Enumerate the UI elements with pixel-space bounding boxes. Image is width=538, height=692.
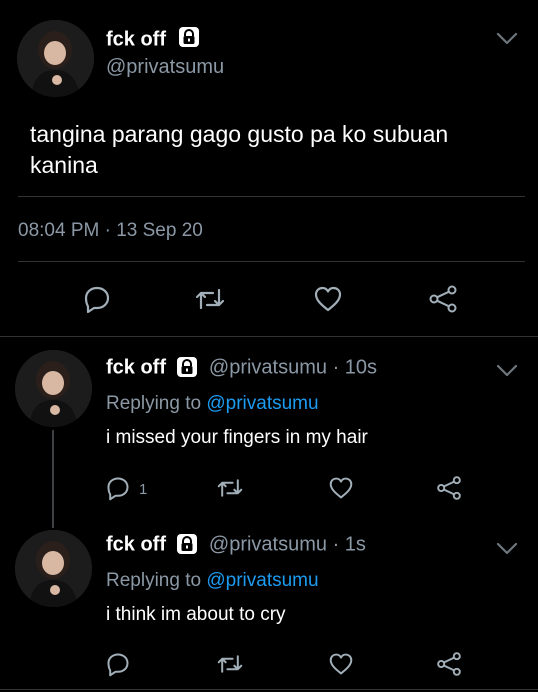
replying-to-prefix: Replying to xyxy=(106,393,202,414)
chevron-down-icon[interactable] xyxy=(494,28,520,50)
like-button[interactable] xyxy=(326,651,356,677)
user-handle-time[interactable]: @privatsumu · 1s xyxy=(209,534,366,556)
reply-icon xyxy=(107,653,129,677)
share-button[interactable] xyxy=(434,651,464,677)
like-icon xyxy=(329,653,353,675)
share-icon xyxy=(437,652,461,676)
replying-to-prefix: Replying to xyxy=(106,570,202,591)
divider xyxy=(18,196,525,197)
share-icon xyxy=(429,285,457,313)
reply-button[interactable] xyxy=(103,475,133,501)
divider xyxy=(18,261,525,262)
chevron-down-icon[interactable] xyxy=(494,360,520,382)
divider xyxy=(0,689,538,690)
mention-link[interactable]: @privatsumu xyxy=(206,570,318,591)
reply-button[interactable] xyxy=(103,651,133,677)
lock-icon xyxy=(178,26,200,54)
reply-text: i think im about to cry xyxy=(106,604,286,625)
retweet-icon xyxy=(195,288,225,310)
reply-text: i missed your fingers in my hair xyxy=(106,427,368,448)
retweet-icon xyxy=(217,655,243,673)
retweet-button[interactable] xyxy=(214,475,246,501)
reply-icon xyxy=(84,286,110,314)
replying-to: Replying to @privatsumu xyxy=(106,393,319,415)
reply-button[interactable] xyxy=(80,282,114,316)
mention-link[interactable]: @privatsumu xyxy=(206,393,318,414)
share-button[interactable] xyxy=(426,282,460,316)
lock-icon xyxy=(176,356,198,383)
divider xyxy=(0,336,538,337)
avatar-image xyxy=(17,20,94,97)
reply-icon xyxy=(107,477,129,501)
like-button[interactable] xyxy=(326,475,356,501)
avatar[interactable] xyxy=(17,20,94,97)
avatar[interactable] xyxy=(15,350,92,427)
avatar-image xyxy=(15,530,92,607)
share-icon xyxy=(437,476,461,500)
user-handle[interactable]: @privatsumu xyxy=(106,56,224,79)
replying-to: Replying to @privatsumu xyxy=(106,570,319,592)
lock-icon xyxy=(176,533,198,560)
chevron-down-icon[interactable] xyxy=(494,538,520,560)
reply-count: 1 xyxy=(139,481,148,498)
display-name[interactable]: fck off xyxy=(106,357,166,379)
user-handle-time[interactable]: @privatsumu · 10s xyxy=(209,357,377,379)
like-button[interactable] xyxy=(311,282,345,316)
retweet-button[interactable] xyxy=(192,282,228,316)
like-icon xyxy=(314,286,342,312)
avatar[interactable] xyxy=(15,530,92,607)
avatar-image xyxy=(15,350,92,427)
share-button[interactable] xyxy=(434,475,464,501)
retweet-button[interactable] xyxy=(214,651,246,677)
display-name[interactable]: fck off xyxy=(106,28,166,50)
thread-line xyxy=(52,430,54,528)
tweet-timestamp[interactable]: 08:04 PM · 13 Sep 20 xyxy=(18,220,203,242)
retweet-icon xyxy=(217,479,243,497)
display-name[interactable]: fck off xyxy=(106,534,166,556)
like-icon xyxy=(329,477,353,499)
tweet-text: tangina parang gago gusto pa ko subuan k… xyxy=(30,121,449,178)
